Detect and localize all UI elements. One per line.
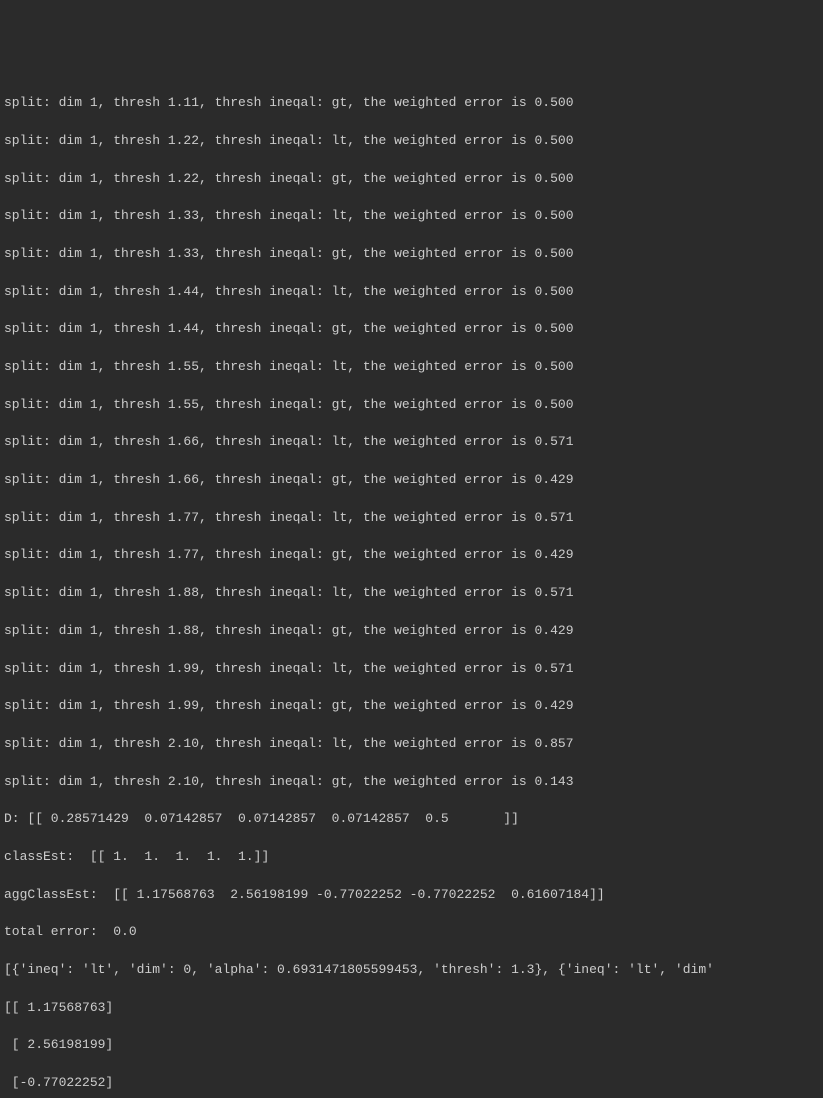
output-line: split: dim 1, thresh 1.44, thresh ineqal…	[4, 283, 819, 302]
output-line: split: dim 1, thresh 1.33, thresh ineqal…	[4, 245, 819, 264]
output-line: split: dim 1, thresh 1.22, thresh ineqal…	[4, 170, 819, 189]
output-line: split: dim 1, thresh 1.66, thresh ineqal…	[4, 471, 819, 490]
output-line: [{'ineq': 'lt', 'dim': 0, 'alpha': 0.693…	[4, 961, 819, 980]
output-line: D: [[ 0.28571429 0.07142857 0.07142857 0…	[4, 810, 819, 829]
output-line: split: dim 1, thresh 1.66, thresh ineqal…	[4, 433, 819, 452]
output-line: split: dim 1, thresh 1.99, thresh ineqal…	[4, 697, 819, 716]
output-line: split: dim 1, thresh 1.88, thresh ineqal…	[4, 584, 819, 603]
terminal-output: split: dim 1, thresh 1.11, thresh ineqal…	[0, 75, 823, 1098]
output-line: classEst: [[ 1. 1. 1. 1. 1.]]	[4, 848, 819, 867]
output-line: [ 2.56198199]	[4, 1036, 819, 1055]
output-line: split: dim 1, thresh 1.11, thresh ineqal…	[4, 94, 819, 113]
output-line: aggClassEst: [[ 1.17568763 2.56198199 -0…	[4, 886, 819, 905]
output-line: split: dim 1, thresh 1.55, thresh ineqal…	[4, 358, 819, 377]
output-line: [[ 1.17568763]	[4, 999, 819, 1018]
output-line: split: dim 1, thresh 1.99, thresh ineqal…	[4, 660, 819, 679]
output-line: split: dim 1, thresh 1.44, thresh ineqal…	[4, 320, 819, 339]
output-line: split: dim 1, thresh 1.88, thresh ineqal…	[4, 622, 819, 641]
output-line: total error: 0.0	[4, 923, 819, 942]
output-line: [-0.77022252]	[4, 1074, 819, 1093]
output-line: split: dim 1, thresh 2.10, thresh ineqal…	[4, 735, 819, 754]
output-line: split: dim 1, thresh 1.77, thresh ineqal…	[4, 546, 819, 565]
output-line: split: dim 1, thresh 2.10, thresh ineqal…	[4, 773, 819, 792]
output-line: split: dim 1, thresh 1.77, thresh ineqal…	[4, 509, 819, 528]
output-line: split: dim 1, thresh 1.22, thresh ineqal…	[4, 132, 819, 151]
output-line: split: dim 1, thresh 1.55, thresh ineqal…	[4, 396, 819, 415]
output-line: split: dim 1, thresh 1.33, thresh ineqal…	[4, 207, 819, 226]
